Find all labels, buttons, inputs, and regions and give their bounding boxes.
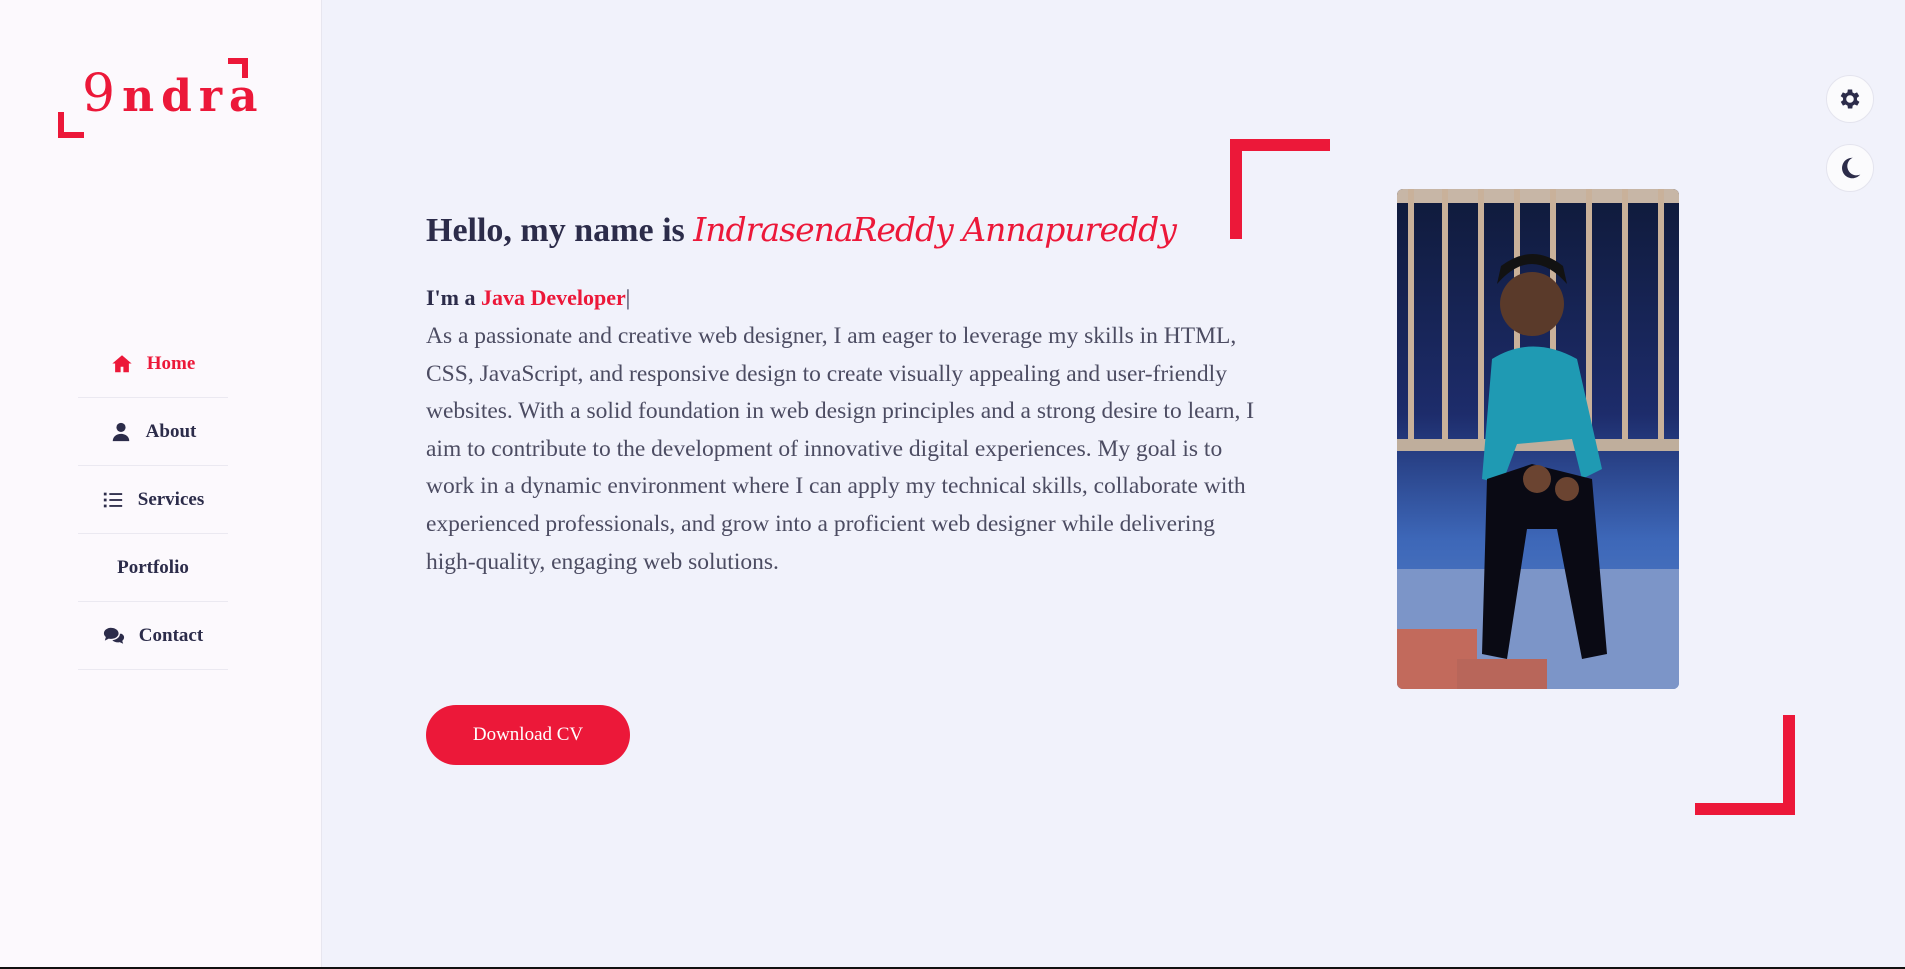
hero-name: IndrasenaReddy Annapureddy [693, 210, 1177, 249]
hero-greeting: Hello, my name is [426, 212, 694, 249]
home-icon [111, 353, 133, 375]
nav-item-portfolio[interactable]: Portfolio [78, 534, 228, 602]
logo-text: 9ndra [82, 64, 265, 124]
nav-menu: Home About Services Portfolio Contact [78, 330, 228, 670]
frame-corner-bottom-right [1695, 715, 1795, 815]
nav-item-home[interactable]: Home [78, 330, 228, 398]
nav-item-label: About [145, 420, 197, 442]
nav-item-label: Home [146, 352, 196, 374]
settings-button[interactable] [1826, 75, 1874, 123]
nav-item-label: Portfolio [117, 556, 189, 578]
gear-icon [1840, 89, 1860, 109]
hero-description: As a passionate and creative web designe… [426, 323, 1255, 575]
role-text: Java Developer [481, 285, 626, 310]
moon-icon [1842, 157, 1861, 179]
comments-icon [103, 625, 125, 647]
typing-cursor: | [625, 285, 631, 310]
nav-item-about[interactable]: About [78, 398, 228, 466]
sidebar: 9ndra Home About Services Portfolio Cont… [0, 0, 322, 967]
nav-item-contact[interactable]: Contact [78, 602, 228, 670]
frame-corner-top-left [1230, 139, 1330, 239]
nav-item-label: Services [137, 488, 205, 510]
logo[interactable]: 9ndra [58, 58, 258, 138]
nav-item-services[interactable]: Services [78, 466, 228, 534]
profile-photo [1397, 189, 1679, 689]
theme-toggle-button[interactable] [1826, 144, 1874, 192]
download-cv-button[interactable]: Download CV [426, 705, 630, 765]
user-icon [110, 421, 132, 443]
logo-corner-bottom-left [58, 112, 84, 138]
role-prefix: I'm a [426, 285, 481, 310]
nav-item-label: Contact [138, 624, 204, 646]
hero-title: Hello, my name is IndrasenaReddy Annapur… [426, 210, 1177, 250]
hero-role: I'm a Java Developer| [426, 285, 630, 311]
list-icon [102, 489, 124, 511]
